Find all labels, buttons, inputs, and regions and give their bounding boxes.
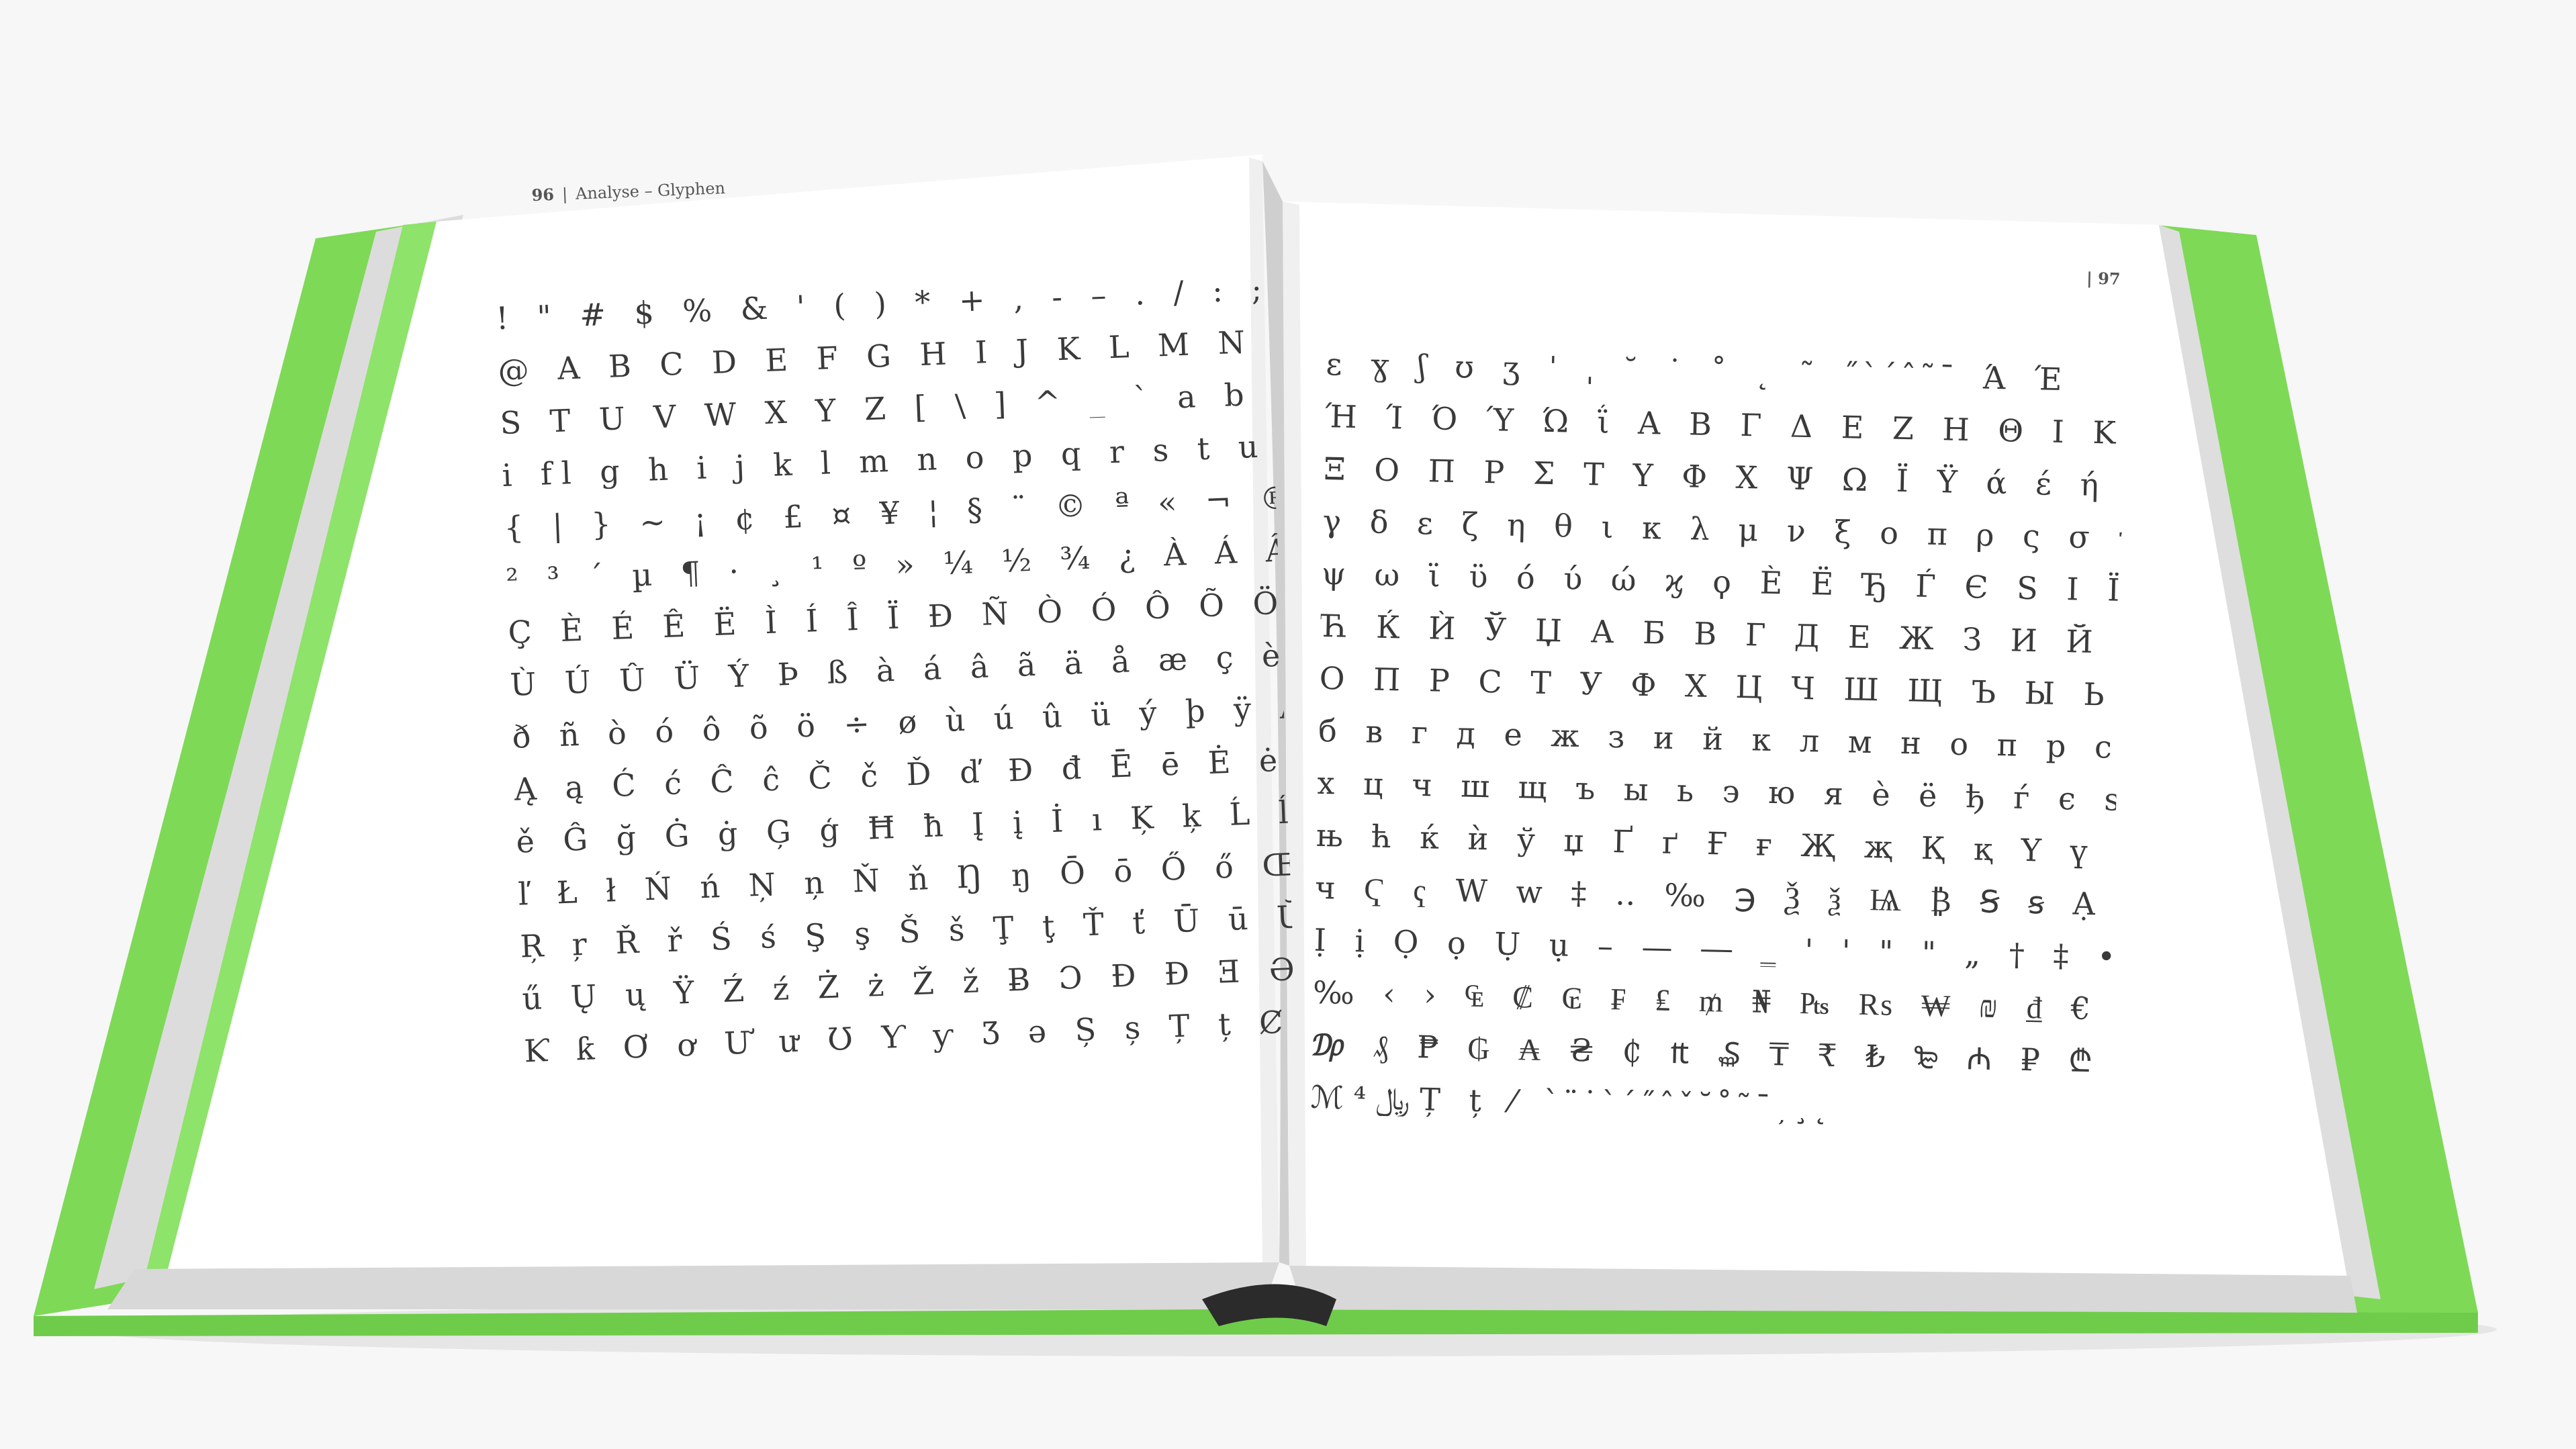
- glyph-row: ű Ų ų Ÿ Ź ź Ż ż Ž ž Ƀ Ɔ Đ Ɖ Ǝ Ə Ɛ Ƒ ƒ Ɣ: [521, 951, 1295, 1017]
- glyph-row: S T U V W X Y Z [ \ ] ^ _ ` a b c d e f: [499, 376, 1273, 441]
- glyph-row: Ą ą Ć ć Ĉ ĉ Č č Ď ď Đ đ Ē ē Ė ė Ę ę Ě: [513, 742, 1287, 807]
- header-separator: |: [561, 185, 568, 204]
- right-page-number: 97: [2097, 269, 2121, 289]
- glyph-row: х ц ч ш щ ъ ы ь э ю я ѐ ё ђ ѓ є ѕ і ї ј …: [1317, 765, 2117, 817]
- glyph-row: γ δ ε ζ η θ ι κ λ μ ν ξ ο π ρ ς σ τ υ φ …: [1322, 503, 2123, 555]
- glyph-row: б в г д е ж з и й к л м н о п р с т у ф: [1318, 712, 2118, 765]
- glyph-row: О П Р С Т У Ф Х Ц Ч Ш Щ Ъ Ы Ь Э Ю Я а: [1319, 660, 2119, 712]
- glyph-row: ľ Ł ł Ń ń Ņ ņ Ň ň Ŋ ŋ Ō ō Ő ő Œ œ Ŕ: [517, 847, 1291, 912]
- glyph-row: ɛ ɣ ʃ ʊ ʒ ˈ ˌ ˘ ˙ ˚ ˛ ˜ ˝ ̀ ́ ̂ ̃ ̄ Ά Έ: [1326, 346, 2072, 398]
- glyph-row: Ƙ ƙ Ơ ơ Ư ư Ʊ Ƴ ƴ Ʒ ǝ Ș ș Ț ț Ȼ ȼ ȡ ɖ ɘ: [523, 1004, 1297, 1069]
- glyph-row: ě Ĝ ğ Ġ ġ Ģ ģ Ħ ħ Į į İ ı Ķ ķ Ĺ ĺ Ļ ļ Ľ: [515, 794, 1289, 859]
- glyph-row: { | } ~ ¡ ¢ £ ¤ ¥ ¦ § ¨ © ª « ¬ ® ¯ ° ±: [503, 480, 1277, 546]
- right-glyph-grid: ɛ ɣ ʃ ʊ ʒ ˈ ˌ ˘ ˙ ˚ ˛ ˜ ˝ ̀ ́ ̂ ̃ ̄ Ά Έ …: [1310, 346, 2125, 1131]
- left-page: 96 | Analyse – Glyphen ! " # $ % & ' ( )…: [463, 136, 1331, 1268]
- glyph-row: Ị ị Ọ ọ Ụ ụ – — ― ‗ ' ' " " „ † ‡ • …: [1314, 922, 2113, 974]
- right-page: | 97 ɛ ɣ ʃ ʊ ʒ ˈ ˌ ˘ ˙ ˚ ˛ ˜ ˝ ̀ ́ ̂ ̃ ̄…: [1273, 191, 2168, 1284]
- glyph-row: i fl g h i j k l m n o p q r s t u v w x…: [501, 428, 1275, 494]
- glyph-row: Ù Ú Û Ü Ý Þ ß à á â ã ä å æ ç è é ê ë ì …: [509, 637, 1283, 702]
- left-glyph-grid: ! " # $ % & ' ( ) * + , - – . / : ; < = …: [496, 271, 1297, 1068]
- page-edges-bottom-left: [107, 1262, 1279, 1309]
- glyph-row: ℳ ﷼ ⁴ Ț ț ⁄ ˋ ̈ ̇ ̀ ́ ̋ ̂ ̌ ̆ ̊ ̃ ̄ ̦ ̧ …: [1310, 1079, 1839, 1127]
- glyph-row: ₯ ₰ ₱ ₲ ₳ ₴ ₵ ₶ ₷ ₸ ₹ ₺ ₻ ₼ ₽ ₾ ₿ № ™: [1311, 1027, 2111, 1079]
- left-page-number: 96: [531, 184, 555, 205]
- right-running-header: | 97: [2086, 269, 2121, 289]
- glyph-row: ψ ω ϊ ϋ ό ύ ώ ϗ ϙ Ѐ Ё Ђ Ѓ Є Ѕ І Ї Ј Љ Њ: [1321, 555, 2121, 608]
- header-separator: |: [2086, 268, 2093, 288]
- glyph-row: Ћ Ќ Ѝ Ў Џ А Б В Г Д Е Ж З И Й К Л М Н: [1320, 608, 2120, 660]
- glyph-row: ! " # $ % & ' ( ) * + , - – . / : ; < = …: [495, 271, 1269, 336]
- left-running-header: 96 | Analyse – Glyphen: [531, 178, 725, 205]
- glyph-row: њ ћ ќ ѝ ў џ Ґ ґ Ғ ғ Җ җ Қ қ Ү ү Ұ ұ Х ҳ …: [1316, 817, 2115, 870]
- glyph-row: ч Ҁ ҁ Ԝ ԝ ‡ ‥ ‰ ℈ Ѯ ѯ Ѩ ₿ Ꞩ ꞩ Ạ ạ Ẹ ẹ: [1314, 870, 2115, 922]
- glyph-row: ‰ ‹ › ₠ ₡ ₢ ₣ ₤ ₥ ₦ ₧ ₨ ₩ ₪ ₫ € ₭ ₮: [1312, 974, 2113, 1027]
- glyph-row: ² ³ ´ µ ¶ · ¸ ¹ º » ¼ ½ ¾ ¿ À Á Â Ã Ä Å …: [505, 532, 1279, 598]
- left-running-title: Analyse – Glyphen: [575, 179, 726, 203]
- glyph-row: @ A B C D E F G H I J K L M N O P Q R: [497, 324, 1271, 389]
- glyph-row: Ŗ ŗ Ř ř Ś ś Ş ş Š š Ţ ţ Ť ť Ū ū Ŭ ŭ Ů ů: [519, 899, 1293, 964]
- glyph-row: Ξ Ο Π Ρ Σ Τ Υ Φ Χ Ψ Ω Ϊ Ϋ ά έ ή ί ΰ α β: [1323, 451, 2123, 503]
- photo-scene: 96 | Analyse – Glyphen ! " # $ % & ' ( )…: [0, 0, 2576, 1449]
- glyph-row: Ç È É Ê Ë Ì Í Î Ï Ð Ñ Ò Ó Ô Õ Ö × Ø: [507, 585, 1281, 650]
- glyph-row: ð ñ ò ó ô õ ö ÷ ø ù ú û ü ý þ ÿ Ā ā Ă ă: [511, 690, 1285, 755]
- glyph-row: Ή Ί Ό Ύ Ώ ΐ Α Β Γ Δ Ε Ζ Η Θ Ι Κ Λ Μ Ν: [1324, 398, 2125, 451]
